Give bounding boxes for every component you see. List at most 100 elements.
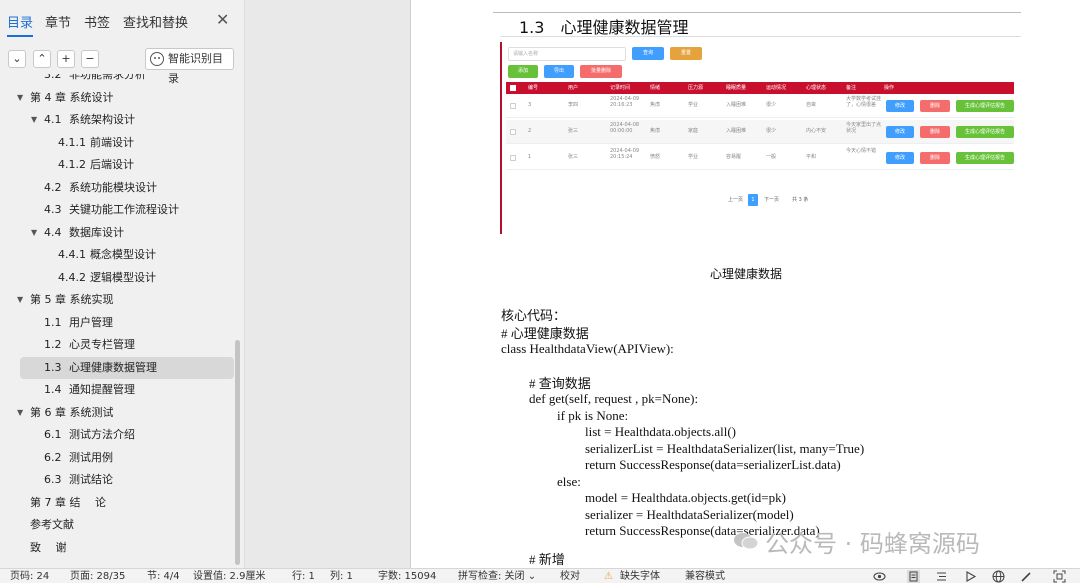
toc-item[interactable]: 4.1.1 前端设计 [0,132,238,154]
toc-item-label: 前端设计 [90,135,134,149]
toc-item-label: 逻辑模型设计 [90,270,156,284]
toc-item[interactable]: 3.2 非功能需求分析 [0,74,238,86]
tab-chapters[interactable]: 章节 [45,12,71,31]
eye-icon[interactable] [873,570,886,583]
expand-caret-icon[interactable]: ▼ [17,87,23,109]
row-edit-button: 修改 [886,152,914,164]
toc-item[interactable]: 4.4.1 概念模型设计 [0,244,238,266]
tab-toc[interactable]: 目录 [7,12,34,37]
play-icon[interactable] [964,570,977,583]
toc-item[interactable]: 1.4 通知提醒管理 [0,379,238,401]
status-row[interactable]: 行: 1 [292,569,315,583]
tab-find-replace[interactable]: 查找和替换 [123,12,188,31]
toc-item[interactable]: ▼ 4.4 数据库设计 [0,222,238,244]
expand-caret-icon[interactable]: ▼ [17,402,23,424]
toc-item[interactable]: 4.4.2 逻辑模型设计 [0,267,238,289]
toc-item-number: 4.1.1 [58,135,86,149]
toc-item[interactable]: 参考文献 [0,514,238,536]
toc-item-number: 4.4 [44,225,62,239]
toc-item[interactable]: 6.1 测试方法介绍 [0,424,238,446]
expand-caret-icon[interactable]: ▼ [17,289,23,311]
toc-item[interactable]: 第 7 章 结 论 [0,492,238,514]
status-page[interactable]: 页面: 28/35 [70,569,125,583]
code-line: class HealthdataView(APIView): [501,341,674,356]
table-cell: 很少 [766,128,777,134]
wechat-icon [734,533,759,550]
column-header: 编号 [528,85,539,91]
toc-item[interactable]: ▼ 第 6 章 系统测试 [0,402,238,424]
expand-caret-icon[interactable]: ▼ [31,109,37,131]
toc-item[interactable]: 4.1.2 后端设计 [0,154,238,176]
toc-item[interactable]: 6.3 测试结论 [0,469,238,491]
status-word-count[interactable]: 字数: 15094 [378,569,436,583]
column-header: 运动情况 [766,85,787,91]
toc-item-number: 1.3 [44,360,62,374]
table-cell: 2 [528,128,532,134]
toc-item[interactable]: 6.2 测试用例 [0,447,238,469]
table-cell: 大学数学考试挂了，心情很差 [846,96,882,108]
collapse-up-button[interactable]: ⌃ [33,50,51,68]
toc-item-label: 心灵专栏管理 [69,338,135,351]
pager-current: 1 [748,194,758,206]
remove-level-button[interactable]: − [81,50,99,68]
toc-item-label: 测试用例 [69,450,113,464]
toc-item-label: 致 谢 [30,540,67,554]
column-header: 情绪 [650,85,661,91]
spell-check-toggle[interactable]: 拼写检查: 关闭 ⌄ [458,569,536,583]
code-line: model = Healthdata.objects.get(id=pk) [585,490,786,505]
status-setting[interactable]: 设置值: 2.9厘米 [193,569,265,583]
toc-item[interactable]: ▼ 第 4 章 系统设计 [0,87,238,109]
toc-item-label: 数据库设计 [69,225,124,239]
pager-next: 下一页 [764,197,780,203]
search-input: 请输入名称 [508,47,626,61]
select-all-checkbox [510,85,516,91]
status-column[interactable]: 列: 1 [330,569,353,583]
toc-list: 3.2 非功能需求分析 ▼ 第 4 章 系统设计 ▼ 4.1 系统架构设计 4.1.1 前端设计… [0,74,238,568]
toc-item[interactable]: 1.2 心灵专栏管理 [0,334,238,356]
proofread-button[interactable]: 校对 [560,569,580,583]
row-edit-button: 修改 [886,100,914,112]
toc-item[interactable]: 4.2 系统功能模块设计 [0,177,238,199]
toc-item[interactable]: 致 谢 [0,537,238,559]
code-line: # 心理健康数据 [501,326,589,341]
expand-caret-icon[interactable]: ▼ [31,222,37,244]
code-line: # 查询数据 [529,376,591,391]
query-button: 查询 [632,47,664,60]
missing-font-button[interactable]: 缺失字体 [620,569,660,583]
status-bar: 页码: 24 页面: 28/35 节: 4/4 设置值: 2.9厘米 行: 1 … [0,568,1080,583]
status-section[interactable]: 节: 4/4 [147,569,180,583]
toc-item-label: 测试结论 [69,473,113,486]
toc-scrollbar[interactable] [235,340,240,565]
add-level-button[interactable]: + [57,50,75,68]
table-cell: 今天家里出了点状况 [846,122,882,134]
pen-icon[interactable] [1020,570,1033,583]
embedded-screenshot: 请输入名称 查询 重置 添加 导出 批量删除 编号 用户 记录时间 情绪 压力源 睡眠质量… [500,42,1020,234]
row-report-button: 生成心理评估报告 [956,152,1014,164]
table-cell: 内心不安 [806,128,827,134]
toc-item-label: 通知提醒管理 [69,383,135,396]
column-header: 用户 [568,85,579,91]
toc-item[interactable]: 1.3 心理健康数据管理 [20,356,234,379]
toc-item-label: 用户管理 [69,315,113,329]
globe-icon[interactable] [992,570,1005,583]
toc-item[interactable]: ▼ 第 5 章 系统实现 [0,289,238,311]
column-header: 压力源 [688,85,704,91]
close-icon[interactable]: ✕ [216,10,229,29]
section-divider [501,36,1021,37]
toc-item[interactable]: 4.3 关键功能工作流程设计 [0,199,238,221]
collapse-down-button[interactable]: ⌄ [8,50,26,68]
toc-item[interactable]: ▼ 4.1 系统架构设计 [0,109,238,131]
smart-toc-button[interactable]: 智能识别目录 [145,48,234,85]
page-header-line [493,12,1021,13]
code-line: serializer = HealthdataSerializer(model) [585,507,794,522]
status-page-number[interactable]: 页码: 24 [10,569,49,583]
fullscreen-icon[interactable] [1053,570,1066,583]
toc-item[interactable]: 1.1 用户管理 [0,312,238,334]
tab-bookmarks[interactable]: 书签 [84,12,110,31]
table-row: 1 张三 2024-04-09 20:15:24 愤怒 学业 容易醒 一般 平和 今天心情不错修… [506,146,1014,170]
table-cell: 入睡困难 [726,128,747,134]
page-view-icon[interactable] [907,570,920,583]
table-cell: 平和 [806,154,817,160]
outline-view-icon[interactable] [935,570,948,583]
toc-item-label: 概念模型设计 [90,248,156,261]
